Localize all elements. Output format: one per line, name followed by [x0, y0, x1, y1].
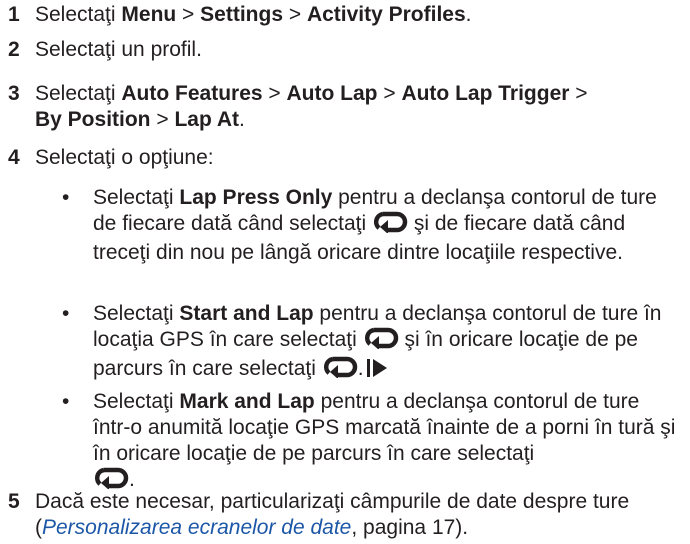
menu-path-menu: Menu	[121, 3, 177, 26]
bullet-marker: •	[62, 302, 70, 325]
step-number: 4	[8, 146, 20, 169]
continued-triangle-icon	[366, 358, 388, 385]
step-number: 1	[8, 3, 20, 26]
instruction-page: 1 Selectaţi Menu > Settings > Activity P…	[0, 0, 690, 544]
cross-reference-link[interactable]: Personalizarea ecranelor de date	[42, 516, 351, 539]
menu-path-auto-lap-trigger: Auto Lap Trigger	[401, 82, 570, 105]
option-text: Selectaţi Mark and Lap pentru a declanşa…	[93, 389, 680, 496]
menu-path-by-position: By Position	[35, 108, 151, 131]
bullet-marker: •	[62, 390, 70, 413]
step-text: Selectaţi Auto Features > Auto Lap > Aut…	[35, 82, 588, 131]
menu-path-auto-features: Auto Features	[121, 82, 263, 105]
menu-path-auto-lap: Auto Lap	[286, 82, 378, 105]
step-text: Selectaţi un profil.	[35, 38, 202, 61]
lap-loop-icon	[363, 327, 399, 356]
step-text: Dacă este necesar, particularizaţi câmpu…	[35, 490, 630, 539]
step-text: Selectaţi Menu > Settings > Activity Pro…	[35, 3, 472, 26]
step-number: 5	[8, 490, 20, 513]
menu-path-settings: Settings	[200, 3, 283, 26]
bullet-marker: •	[62, 186, 70, 209]
step-text: Selectaţi o opţiune:	[35, 146, 214, 169]
menu-path-lap-at: Lap At	[174, 108, 240, 131]
option-label: Mark and Lap	[179, 390, 315, 413]
step-number: 3	[8, 82, 20, 105]
lap-loop-icon	[322, 356, 358, 385]
option-text: Selectaţi Start and Lap pentru a declanş…	[93, 301, 680, 385]
option-text: Selectaţi Lap Press Only pentru a declan…	[93, 186, 657, 264]
option-label: Start and Lap	[179, 302, 314, 325]
option-label: Lap Press Only	[179, 186, 333, 209]
step-number: 2	[8, 38, 20, 61]
menu-path-activity-profiles: Activity Profiles	[306, 3, 466, 26]
lap-loop-icon	[372, 211, 408, 240]
